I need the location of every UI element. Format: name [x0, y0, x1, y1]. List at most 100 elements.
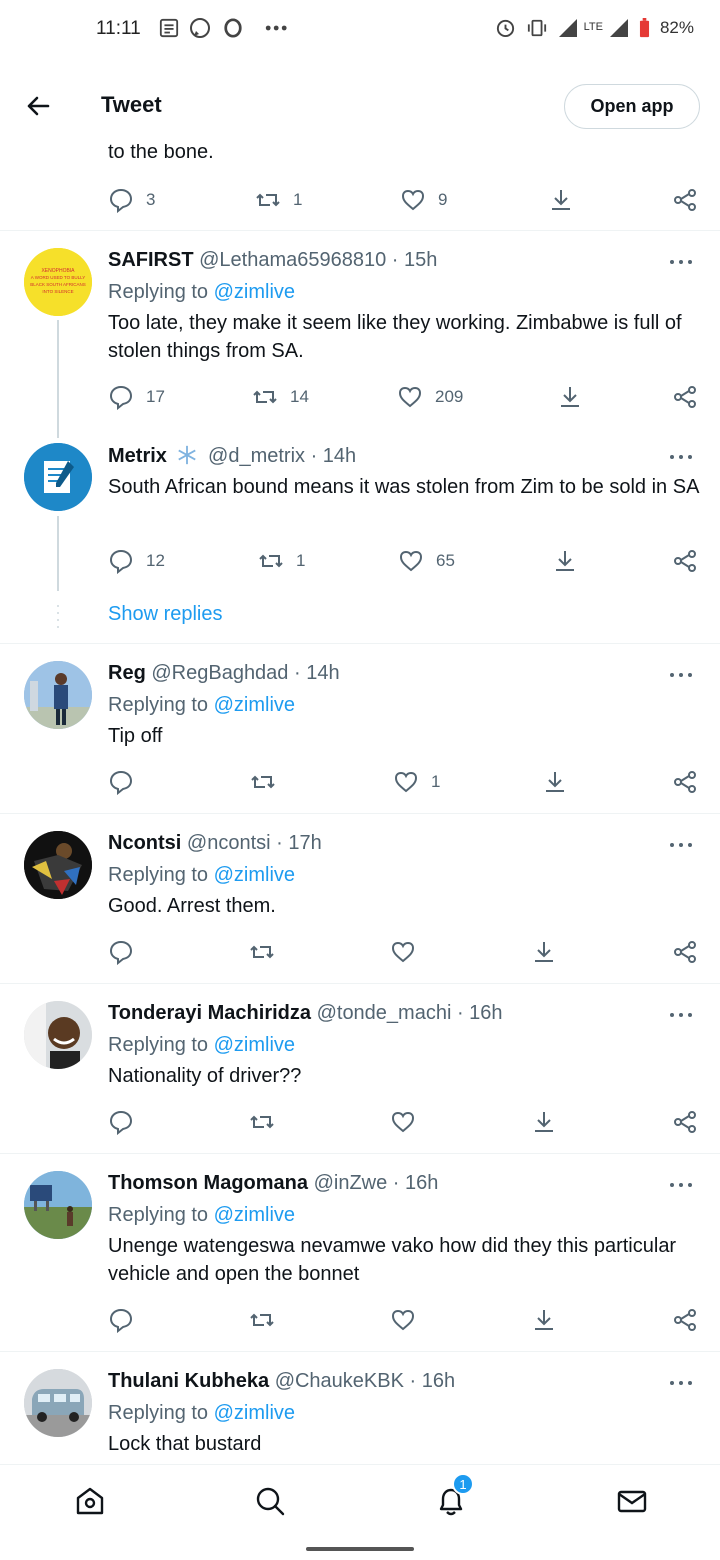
- reply-button[interactable]: 3: [108, 185, 155, 215]
- tweet-author[interactable]: Ncontsi @ncontsi · 17h: [108, 832, 322, 855]
- status-bar: 11:11 LTE 82%: [0, 0, 720, 62]
- retweet-button[interactable]: 1: [258, 546, 305, 576]
- retweet-button[interactable]: 1: [255, 185, 302, 215]
- reply-button[interactable]: [108, 767, 146, 797]
- avatar-image: [24, 443, 92, 511]
- tweet-actions: [108, 1305, 698, 1335]
- mail-icon: [617, 1490, 647, 1513]
- more-options-button[interactable]: [670, 671, 694, 679]
- mention-link[interactable]: @zimlive: [214, 281, 295, 303]
- like-button[interactable]: 65: [398, 546, 455, 576]
- tweet-actions: 17 14 209: [108, 382, 698, 412]
- author-handle: @ChaukeKBK · 16h: [274, 1370, 456, 1392]
- heart-icon: [401, 189, 425, 211]
- share-button[interactable]: [672, 185, 698, 215]
- more-options-button[interactable]: [670, 841, 694, 849]
- author-handle: @RegBaghdad · 14h: [151, 662, 340, 684]
- download-button[interactable]: [552, 546, 578, 576]
- reply-button[interactable]: [108, 937, 134, 967]
- opera-icon: [222, 17, 244, 39]
- retweet-button[interactable]: [249, 1107, 275, 1137]
- tweet-text: Lock that bustard: [108, 1433, 262, 1455]
- avatar-image: [24, 831, 92, 899]
- mention-link[interactable]: @zimlive: [214, 1402, 295, 1424]
- avatar-image: [24, 1171, 92, 1239]
- show-replies-link[interactable]: Show replies: [108, 603, 223, 626]
- avatar-metrix[interactable]: [24, 443, 92, 511]
- avatar-tonderayi[interactable]: [24, 1001, 92, 1069]
- share-button[interactable]: [672, 1107, 698, 1137]
- avatar-thulani[interactable]: [24, 1369, 92, 1437]
- reply-icon: [109, 770, 133, 795]
- like-button[interactable]: 1: [393, 767, 440, 797]
- avatar-ncontsi[interactable]: [24, 831, 92, 899]
- nav-home[interactable]: [70, 1481, 110, 1521]
- reply-icon: [109, 385, 133, 410]
- reply-button[interactable]: [108, 1305, 134, 1335]
- tweet-author[interactable]: Thomson Magomana @inZwe · 16h: [108, 1172, 438, 1195]
- share-button[interactable]: [672, 1305, 698, 1335]
- nav-messages[interactable]: [612, 1481, 652, 1521]
- avatar-image: [24, 661, 92, 729]
- avatar-thomson[interactable]: [24, 1171, 92, 1239]
- like-button[interactable]: [390, 1305, 416, 1335]
- replying-to-prefix: Replying to: [108, 1034, 214, 1056]
- download-button[interactable]: [531, 1305, 557, 1335]
- open-app-button[interactable]: Open app: [564, 84, 700, 129]
- arrow-left-icon: [27, 96, 50, 116]
- nav-search[interactable]: [250, 1481, 290, 1521]
- back-button[interactable]: [22, 90, 54, 122]
- download-button[interactable]: [557, 382, 583, 412]
- mention-link[interactable]: @zimlive: [214, 1034, 295, 1056]
- home-indicator[interactable]: [306, 1547, 414, 1551]
- mention-link[interactable]: @zimlive: [214, 694, 295, 716]
- tweet-actions: 1: [108, 767, 698, 797]
- share-icon: [674, 1309, 696, 1331]
- more-notifications-icon: [262, 17, 292, 39]
- download-button[interactable]: [531, 937, 557, 967]
- like-button[interactable]: [390, 1107, 416, 1137]
- share-icon: [674, 189, 696, 211]
- share-button[interactable]: [672, 767, 698, 797]
- mention-link[interactable]: @zimlive: [214, 864, 295, 886]
- retweet-button[interactable]: [249, 1305, 275, 1335]
- divider: [0, 983, 720, 984]
- more-options-button[interactable]: [670, 1379, 694, 1387]
- retweet-button[interactable]: [250, 767, 288, 797]
- tweet-author[interactable]: Tonderayi Machiridza @tonde_machi · 16h: [108, 1002, 503, 1025]
- share-button[interactable]: [672, 382, 698, 412]
- vibrate-icon: [527, 19, 546, 36]
- avatar-safirst[interactable]: XENOPHOBIA A WORD USED TO BULLY BLACK SO…: [24, 248, 92, 316]
- download-button[interactable]: [542, 767, 568, 797]
- share-button[interactable]: [672, 937, 698, 967]
- more-options-button[interactable]: [670, 1181, 694, 1189]
- battery-percent: 82%: [659, 17, 694, 37]
- share-button[interactable]: [672, 546, 698, 576]
- like-button[interactable]: 209: [397, 382, 463, 412]
- mention-link[interactable]: @zimlive: [214, 1204, 295, 1226]
- retweet-button[interactable]: 14: [252, 382, 309, 412]
- tweet-actions: [108, 937, 698, 967]
- download-button[interactable]: [548, 185, 574, 215]
- tweet-actions: 12 1 65: [108, 546, 698, 576]
- tweet-author[interactable]: Reg @RegBaghdad · 14h: [108, 662, 340, 685]
- more-options-button[interactable]: [670, 453, 694, 461]
- tweet-actions: 3 1 9: [108, 185, 698, 215]
- author-name: Ncontsi: [108, 832, 182, 854]
- retweet-button[interactable]: [249, 937, 275, 967]
- tweet-author[interactable]: Thulani Kubheka @ChaukeKBK · 16h: [108, 1370, 455, 1393]
- download-button[interactable]: [531, 1107, 557, 1137]
- like-button[interactable]: [390, 937, 416, 967]
- like-button[interactable]: 9: [400, 185, 447, 215]
- tweet-author[interactable]: SAFIRST @Lethama65968810 · 15h: [108, 249, 437, 272]
- tweet-author[interactable]: Metrix @d_metrix · 14h: [108, 444, 356, 468]
- more-options-button[interactable]: [670, 1011, 694, 1019]
- reply-button[interactable]: 12: [108, 546, 165, 576]
- avatar-reg[interactable]: [24, 661, 92, 729]
- more-options-button[interactable]: [670, 258, 694, 266]
- divider: [0, 230, 720, 231]
- download-icon: [535, 1310, 553, 1330]
- reply-button[interactable]: 17: [108, 382, 165, 412]
- reply-button[interactable]: [108, 1107, 134, 1137]
- divider: [0, 643, 720, 644]
